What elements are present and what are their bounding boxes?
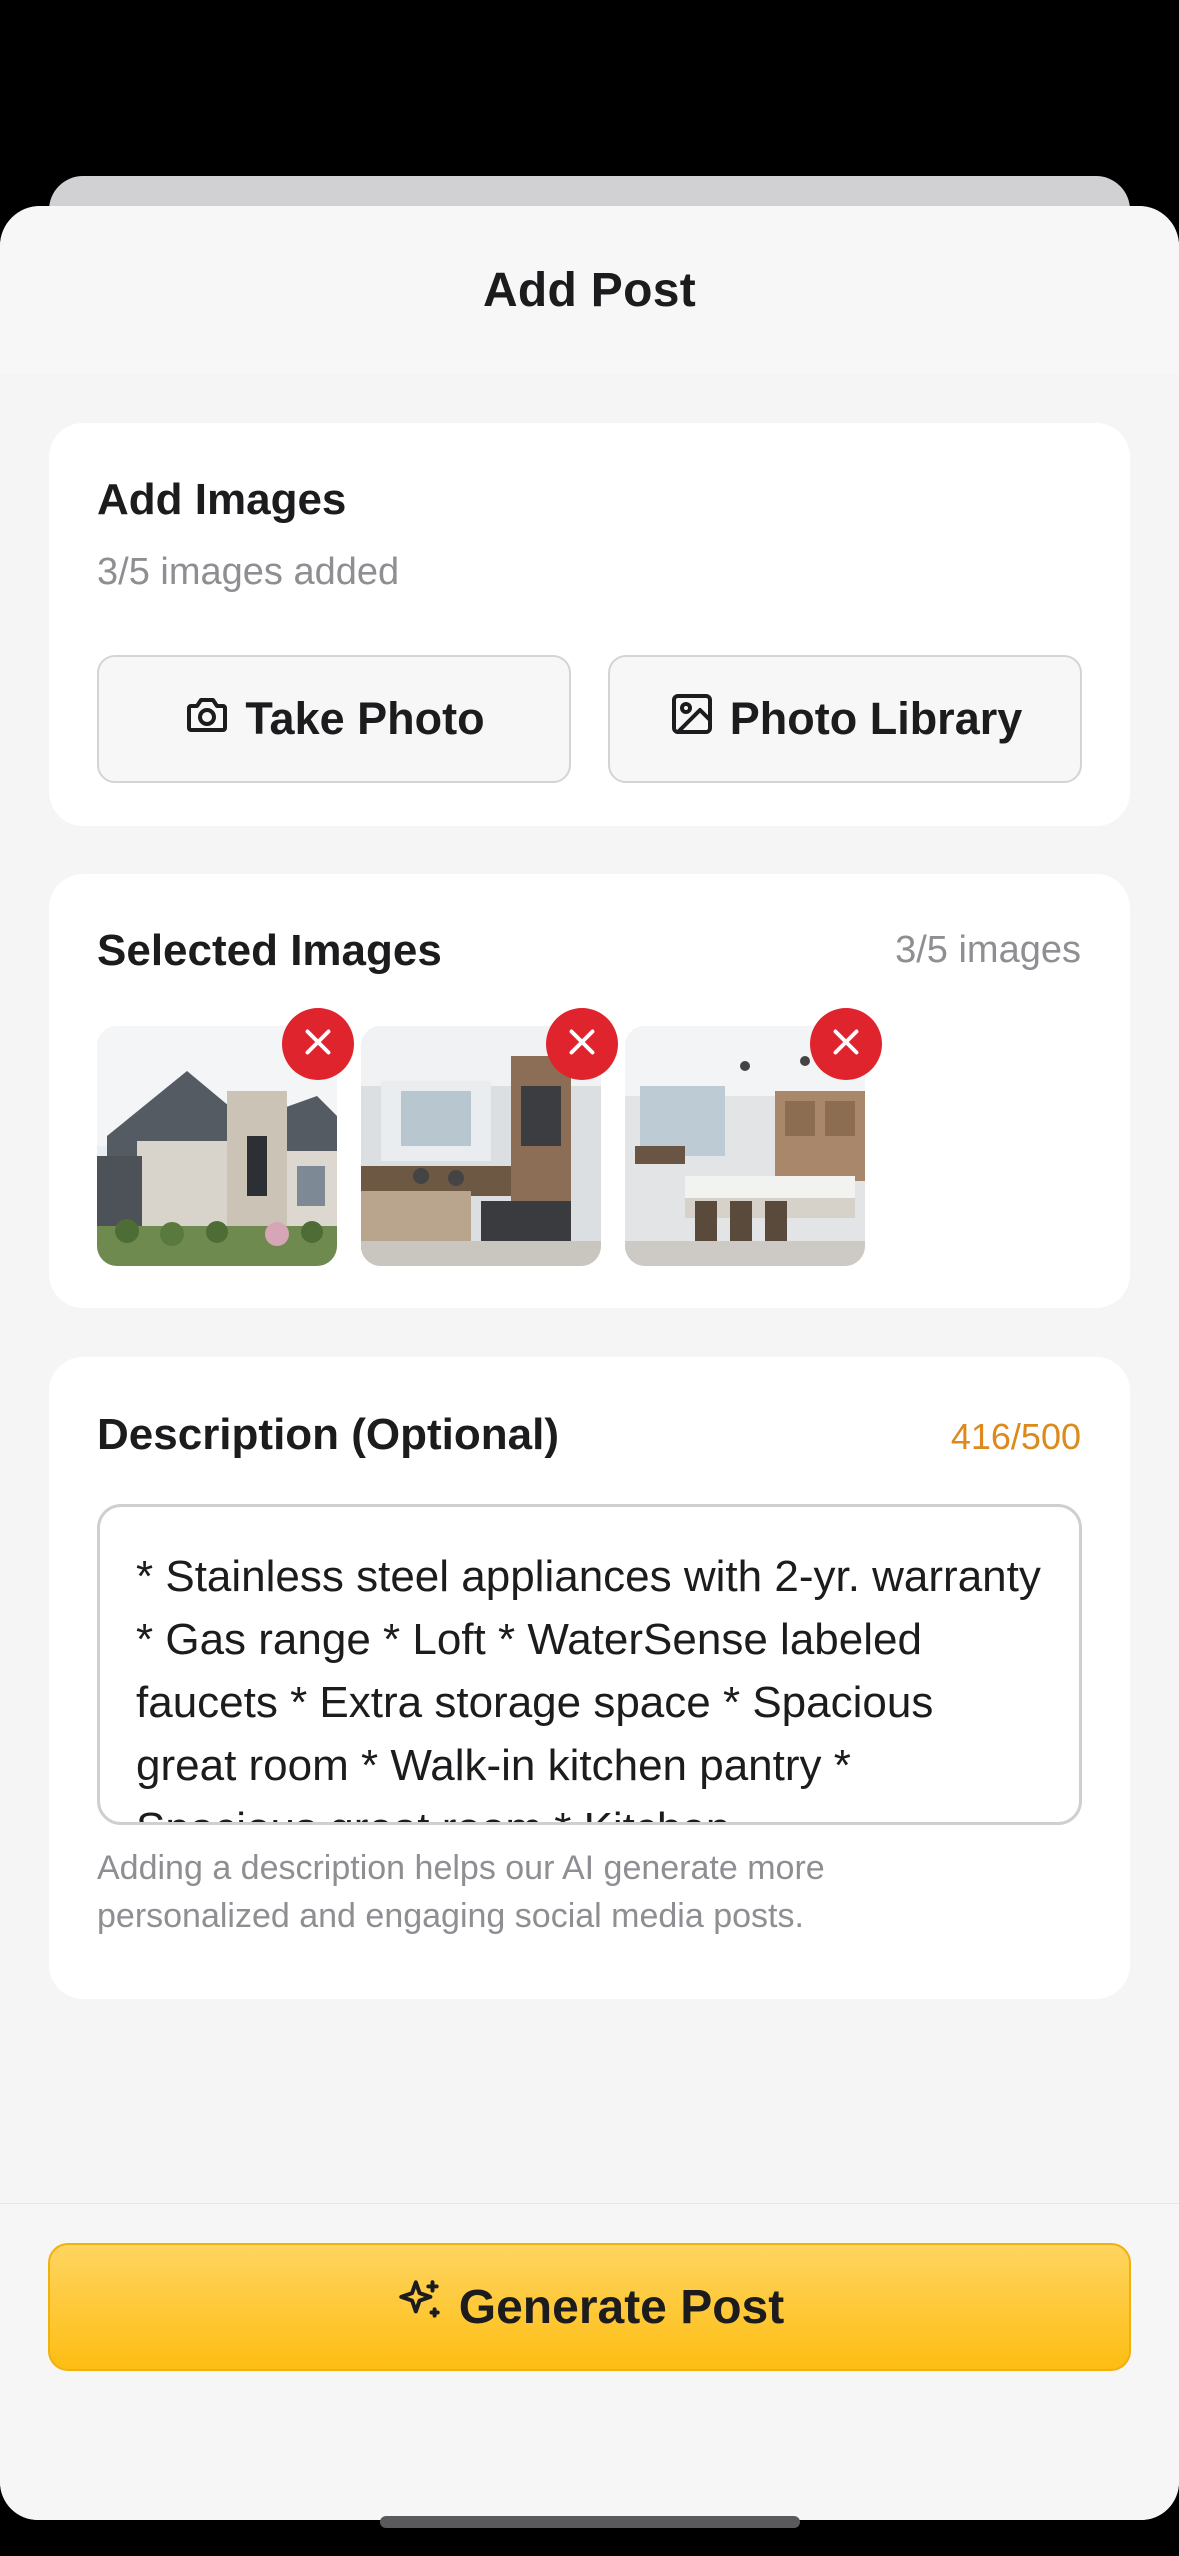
take-photo-label: Take Photo bbox=[245, 693, 485, 744]
description-hint: Adding a description helps our AI genera… bbox=[97, 1849, 825, 1935]
generate-post-label: Generate Post bbox=[458, 2280, 785, 2334]
selected-images-card: Selected Images 3/5 images bbox=[49, 874, 1130, 1308]
images-added-count: 3/5 images added bbox=[97, 551, 400, 593]
description-textarea[interactable]: * Stainless steel appliances with 2-yr. … bbox=[97, 1504, 1082, 1825]
remove-image-button[interactable] bbox=[546, 1008, 618, 1080]
close-icon bbox=[828, 1024, 864, 1065]
take-photo-button[interactable]: Take Photo bbox=[97, 655, 571, 783]
add-post-sheet: Add Post Add Images 3/5 images added Tak… bbox=[0, 206, 1179, 2520]
add-images-heading: Add Images bbox=[97, 475, 347, 524]
camera-icon bbox=[183, 690, 231, 749]
sheet-header: Add Post bbox=[0, 206, 1179, 374]
remove-image-button[interactable] bbox=[810, 1008, 882, 1080]
close-icon bbox=[564, 1024, 600, 1065]
description-heading: Description (Optional) bbox=[97, 1410, 559, 1459]
home-indicator bbox=[380, 2516, 800, 2528]
remove-image-button[interactable] bbox=[282, 1008, 354, 1080]
close-icon bbox=[300, 1024, 336, 1065]
photo-library-button[interactable]: Photo Library bbox=[608, 655, 1082, 783]
sparkles-icon bbox=[395, 2276, 445, 2338]
description-card: Description (Optional) 416/500 * Stainle… bbox=[49, 1357, 1130, 1999]
photo-library-label: Photo Library bbox=[729, 693, 1023, 744]
footer-bar: Generate Post bbox=[0, 2203, 1179, 2520]
selected-images-count: 3/5 images bbox=[895, 929, 1081, 971]
add-images-card: Add Images 3/5 images added Take Photo P… bbox=[49, 423, 1130, 826]
selected-images-heading: Selected Images bbox=[97, 926, 442, 975]
character-counter: 416/500 bbox=[950, 1416, 1081, 1457]
image-icon bbox=[668, 690, 716, 749]
page-title: Add Post bbox=[482, 263, 697, 317]
generate-post-button[interactable]: Generate Post bbox=[48, 2243, 1131, 2371]
